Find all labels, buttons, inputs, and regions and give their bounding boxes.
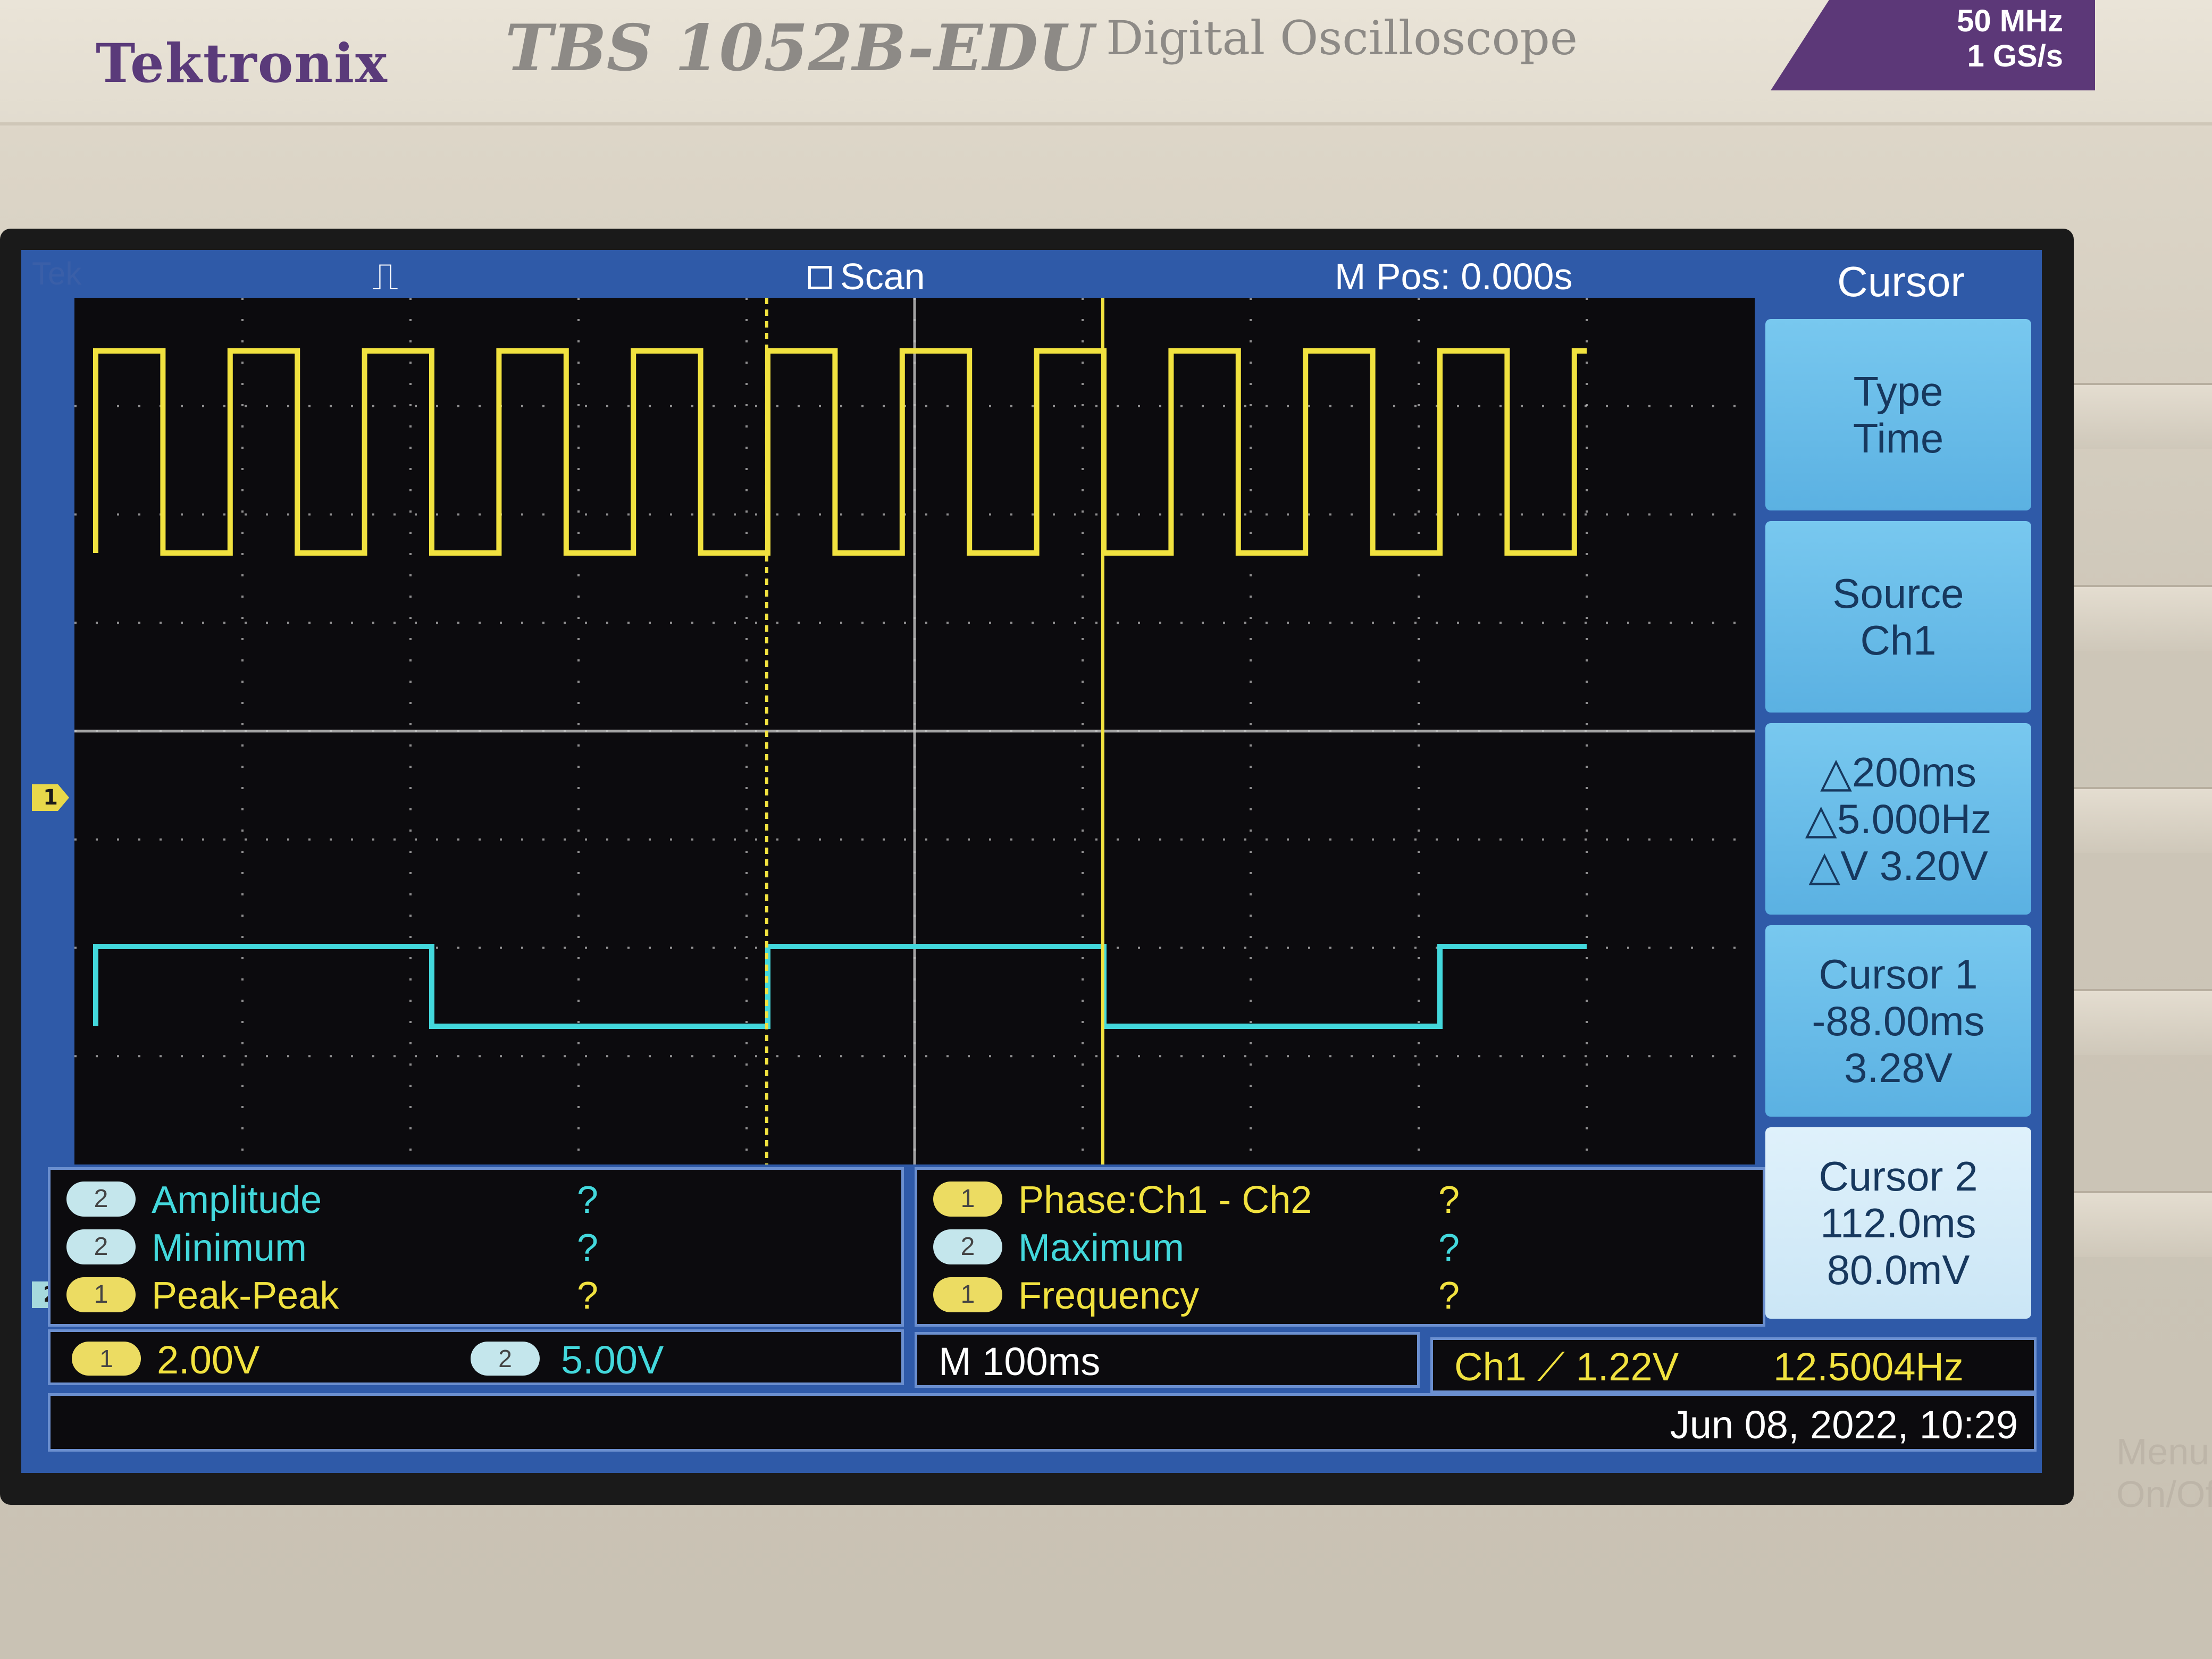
side-button-5[interactable] [2074, 1191, 2212, 1257]
cursor1-button[interactable]: Cursor 1 -88.00ms 3.28V [1765, 925, 2031, 1117]
waveform-display [74, 298, 1755, 1164]
scan-indicator-icon [808, 266, 832, 289]
menu-title: Cursor [1760, 250, 2042, 314]
ch1-waveform [93, 348, 1587, 556]
side-button-4[interactable] [2074, 989, 2212, 1055]
cursor-type-label: Type [1853, 368, 1943, 415]
measurement-value: ? [577, 1275, 599, 1317]
ch2-volts-per-div: 5.00V [561, 1338, 664, 1382]
status-bar: Tek ⎍ Scan M Pos: 0.000s [21, 250, 1755, 298]
delta-time: △200ms [1820, 749, 1977, 795]
measurement-name: Frequency [1018, 1275, 1200, 1317]
measurement-name: Minimum [152, 1227, 307, 1269]
side-button-3[interactable] [2074, 787, 2212, 853]
measurement-row: 1 Phase:Ch1 - Ch2 ? [917, 1175, 1763, 1223]
measurement-value: ? [1438, 1227, 1460, 1269]
brand-strip: Tektronix TBS 1052B-EDU Digital Oscillos… [0, 0, 2212, 125]
ch2-waveform [93, 944, 1587, 1029]
measurements-left: 2 Amplitude ? 2 Minimum ? 1 Peak-Peak ? [48, 1167, 904, 1327]
measurement-row: 2 Minimum ? [51, 1223, 901, 1271]
ch1-volts-per-div: 2.00V [157, 1338, 260, 1382]
trigger-status-icon: ⎍ [372, 256, 398, 297]
measurement-row: 1 Peak-Peak ? [51, 1271, 901, 1319]
cursor-type-button[interactable]: Type Time [1765, 319, 2031, 510]
delta-voltage: △V 3.20V [1808, 842, 1988, 889]
ch1-chip: 1 [72, 1342, 141, 1376]
channel-chip: 1 [66, 1277, 136, 1312]
measurement-value: ? [577, 1227, 599, 1269]
bottom-status: 1 2.00V 2 5.00V M 100ms Ch1 ⟋ 1.22V 12.5… [48, 1329, 2037, 1462]
measurement-row: 1 Frequency ? [917, 1271, 1763, 1319]
cursor1-label: Cursor 1 [1819, 951, 1978, 998]
measurement-row: 2 Maximum ? [917, 1223, 1763, 1271]
cursor1-time: -88.00ms [1812, 998, 1985, 1044]
spec-badge: 50 MHz 1 GS/s [1771, 0, 2095, 90]
model-name: TBS 1052B-EDU [505, 11, 1094, 86]
cursor1-voltage: 3.28V [1844, 1044, 1953, 1091]
measurement-value: ? [1438, 1179, 1460, 1221]
trigger-frequency: 12.5004Hz [1773, 1345, 1964, 1389]
waveform-canvas [74, 298, 1755, 1164]
tektronix-logo: Tektronix [96, 32, 388, 95]
channel-chip: 1 [933, 1182, 1002, 1217]
cursor-source-button[interactable]: Source Ch1 [1765, 521, 2031, 713]
ch1-ground-marker: 1 [32, 784, 69, 811]
cursor-source-label: Source [1832, 570, 1964, 617]
date-bar: Jun 08, 2022, 10:29 [48, 1393, 2037, 1452]
side-button-1[interactable] [2074, 383, 2212, 449]
cursor-menu: Cursor Type Time Source Ch1 △200ms △5.00… [1760, 250, 2042, 1473]
measurements-right: 1 Phase:Ch1 - Ch2 ? 2 Maximum ? 1 Freque… [915, 1167, 1765, 1327]
measurement-name: Phase:Ch1 - Ch2 [1018, 1179, 1312, 1221]
horizontal-position: M Pos: 0.000s [1335, 256, 1573, 297]
delta-frequency: △5.000Hz [1805, 795, 1992, 842]
date-time: Jun 08, 2022, 10:29 [1670, 1403, 2018, 1447]
channel-chip: 2 [66, 1182, 136, 1217]
measurement-name: Peak-Peak [152, 1275, 339, 1317]
side-button-2[interactable] [2074, 585, 2212, 651]
ch2-chip: 2 [471, 1342, 540, 1376]
cursor2-voltage: 80.0mV [1826, 1246, 1970, 1293]
measurement-value: ? [577, 1179, 599, 1221]
cursor-delta-readout[interactable]: △200ms △5.000Hz △V 3.20V [1765, 723, 2031, 915]
channel-chip: 2 [66, 1229, 136, 1264]
cursor2-label: Cursor 2 [1819, 1153, 1978, 1200]
trigger-level: Ch1 ⟋ 1.22V [1454, 1345, 1679, 1389]
time-per-div: M 100ms [939, 1339, 1101, 1384]
horizontal-scale-readout: M 100ms [915, 1332, 1420, 1388]
trigger-readout: Ch1 ⟋ 1.22V 12.5004Hz [1430, 1337, 2037, 1393]
measurement-value: ? [1438, 1275, 1460, 1317]
cursor2-button[interactable]: Cursor 2 112.0ms 80.0mV [1765, 1127, 2031, 1319]
model-description: Digital Oscilloscope [1106, 11, 1578, 65]
sample-rate-label: 1 GS/s [1967, 39, 2063, 73]
menu-onoff-button[interactable]: Menu On/Off [2116, 1430, 2212, 1515]
measurement-name: Amplitude [152, 1179, 322, 1221]
vertical-scale-readout: 1 2.00V 2 5.00V [48, 1329, 904, 1385]
bandwidth-label: 50 MHz [1957, 4, 2063, 38]
oscilloscope-screen: Tek ⎍ Scan M Pos: 0.000s 1 2 Cursor Type… [21, 250, 2042, 1473]
measurement-name: Maximum [1018, 1227, 1185, 1269]
cursor-source-value: Ch1 [1860, 617, 1937, 664]
acquisition-mode: Scan [840, 256, 925, 297]
channel-chip: 1 [933, 1277, 1002, 1312]
tek-label: Tek [32, 256, 82, 291]
measurement-row: 2 Amplitude ? [51, 1175, 901, 1223]
cursor2-time: 112.0ms [1820, 1200, 1976, 1246]
channel-chip: 2 [933, 1229, 1002, 1264]
cursor-type-value: Time [1853, 415, 1944, 462]
